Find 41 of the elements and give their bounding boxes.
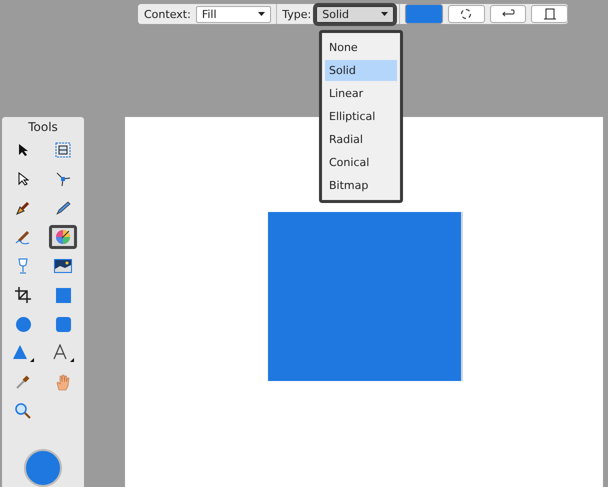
edit-button[interactable] xyxy=(531,5,568,23)
panel-title: Tools xyxy=(28,120,58,134)
tool-button[interactable] xyxy=(49,225,77,249)
eyedropper-icon xyxy=(15,374,31,390)
hand-icon xyxy=(55,374,71,390)
node-icon xyxy=(55,171,71,187)
image-icon xyxy=(54,259,72,273)
search-icon xyxy=(15,403,31,419)
document-icon xyxy=(542,8,557,20)
glass-icon xyxy=(17,258,29,274)
reverse-button[interactable] xyxy=(490,5,526,23)
crop-icon xyxy=(15,287,31,303)
menu-item[interactable]: Linear xyxy=(325,83,397,104)
menu-item[interactable]: Conical xyxy=(325,152,397,173)
fill-color-well[interactable] xyxy=(24,449,62,487)
color-wheel-icon xyxy=(55,229,71,245)
text-tool-icon xyxy=(52,344,74,362)
color-swatch[interactable] xyxy=(404,4,444,24)
return-arrow-icon xyxy=(501,9,516,19)
menu-item[interactable]: Solid xyxy=(325,60,397,81)
triangle-icon xyxy=(12,344,34,362)
swap-button[interactable] xyxy=(448,5,485,23)
context-label: Context: xyxy=(144,8,191,20)
pointer-icon xyxy=(18,143,28,157)
context-dropdown[interactable]: Fill xyxy=(196,6,272,22)
artboard-icon xyxy=(55,142,71,158)
square-icon xyxy=(56,288,70,302)
menu-item[interactable]: Bitmap xyxy=(325,175,397,196)
node-pointer-icon xyxy=(18,172,28,186)
pencil-icon xyxy=(55,200,71,216)
type-label: Type: xyxy=(282,8,312,20)
brush-icon xyxy=(15,229,31,245)
rounded-square-icon xyxy=(56,316,70,332)
menu-item[interactable]: None xyxy=(325,37,397,58)
rotate-icon xyxy=(460,8,472,20)
pen-icon xyxy=(15,200,31,216)
menu-item[interactable]: Radial xyxy=(325,129,397,150)
caret-icon xyxy=(258,12,266,16)
circle-icon xyxy=(16,316,30,332)
caret-icon xyxy=(380,12,388,16)
menu-item[interactable]: Elliptical xyxy=(325,106,397,127)
